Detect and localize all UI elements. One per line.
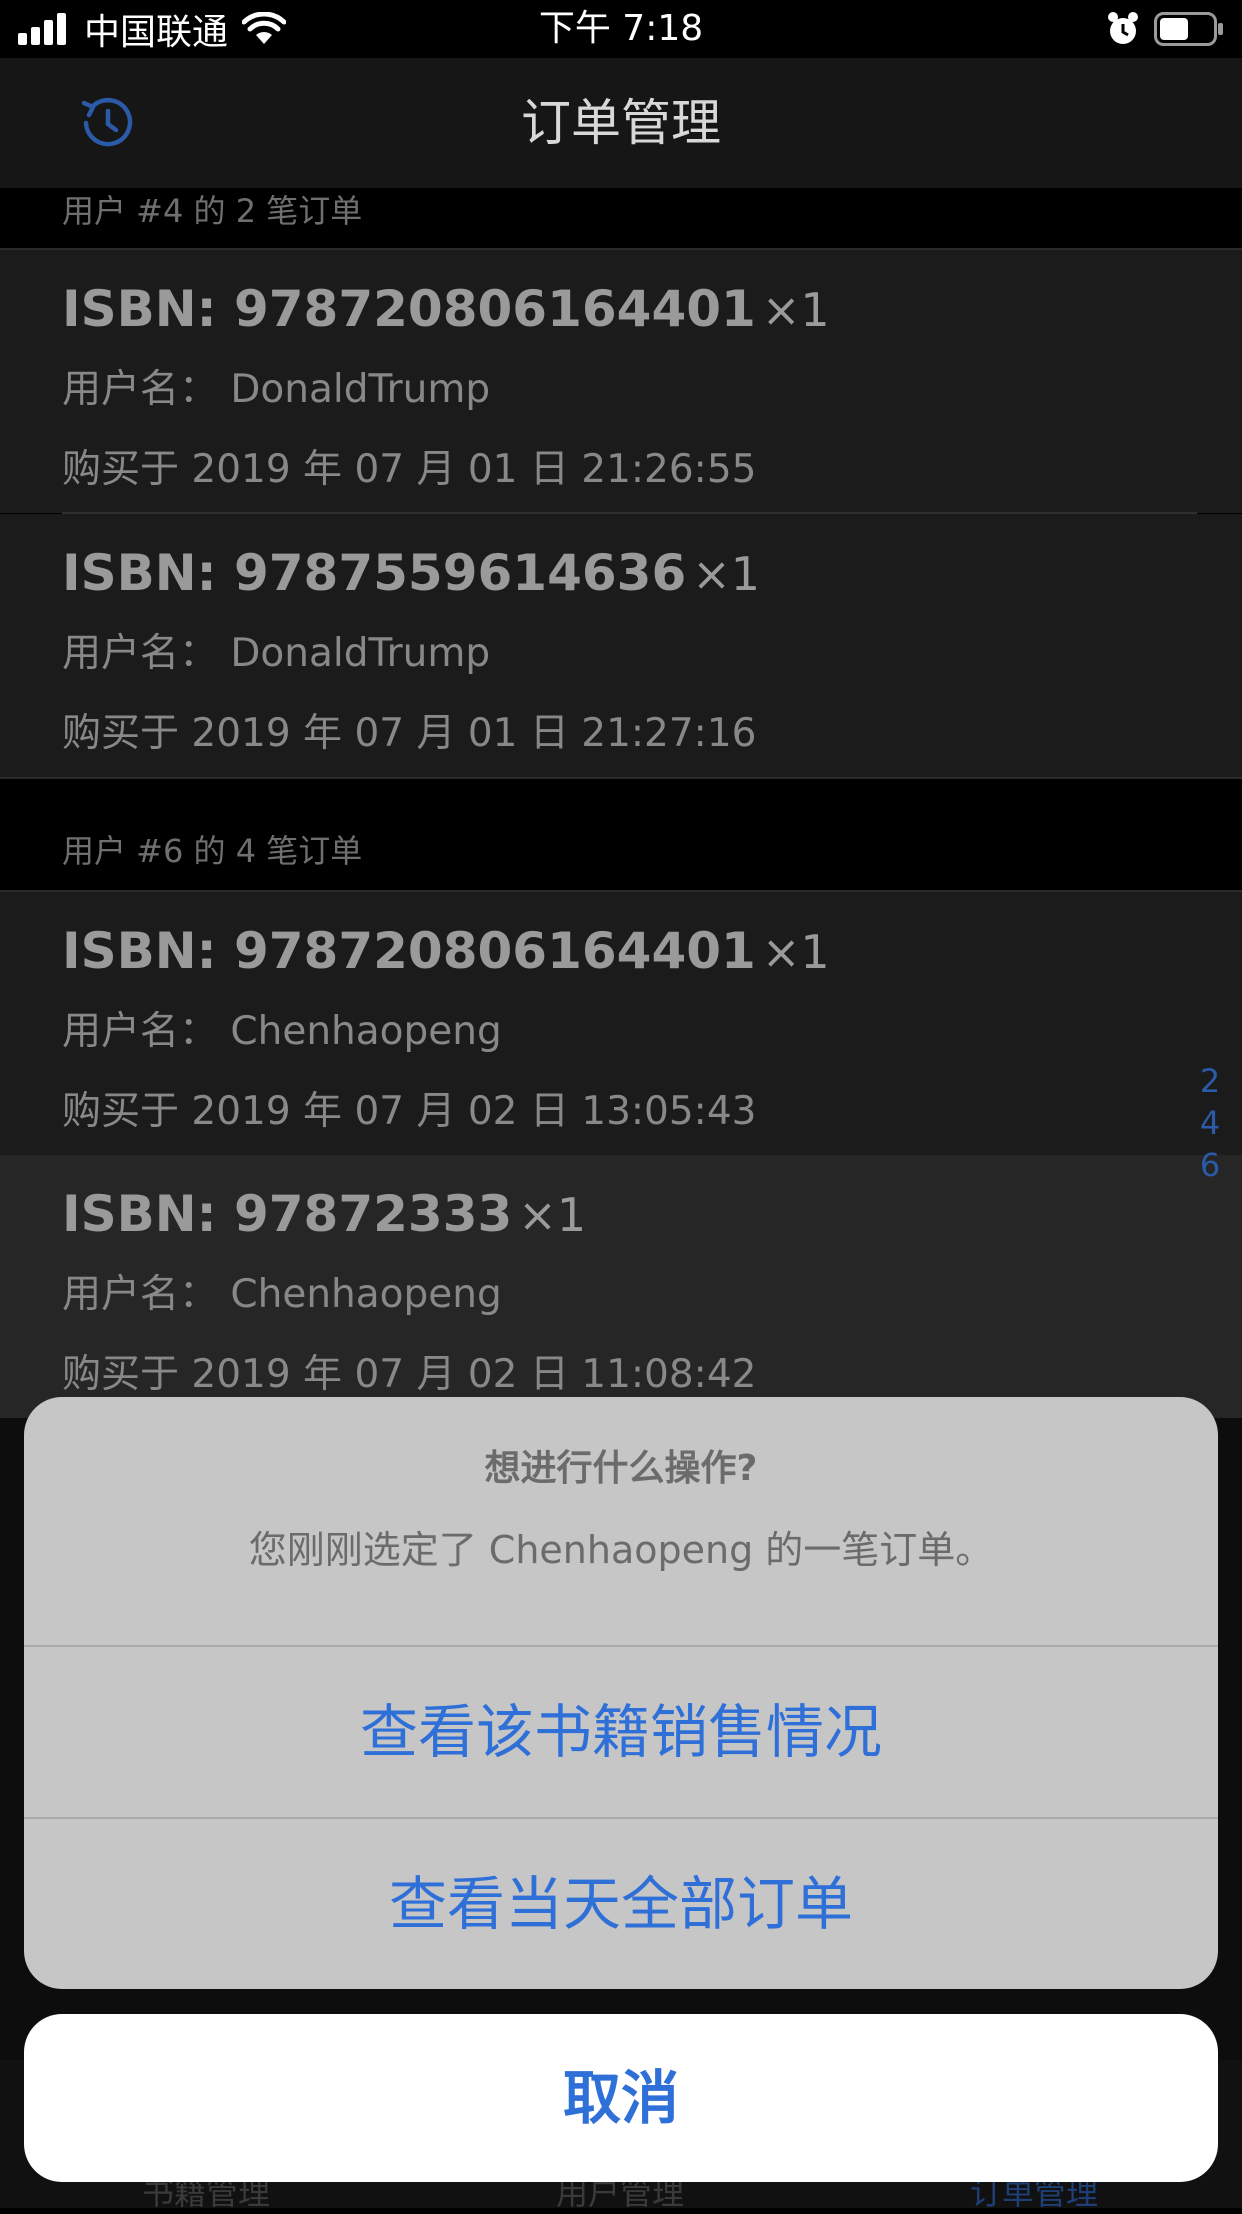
- cancel-button[interactable]: 取消: [24, 2014, 1218, 2182]
- order-username: 用户名： Chenhaopeng: [62, 1009, 502, 1054]
- alarm-icon: [1108, 12, 1138, 44]
- order-date: 购买于 2019 年 07 月 02 日 13:05:43: [62, 1089, 757, 1134]
- isbn-text: ISBN: 978720806164401: [62, 280, 756, 338]
- status-time: 下午 7:18: [538, 8, 704, 49]
- quantity: ×1: [692, 547, 761, 601]
- action-sheet-message: 您刚刚选定了 Chenhaopeng 的一笔订单。: [248, 1528, 994, 1572]
- order-date: 购买于 2019 年 07 月 01 日 21:26:55: [62, 447, 757, 492]
- section-header-user-6: 用户 #6 的 4 笔订单: [0, 828, 1242, 892]
- navigation-bar: 订单管理: [0, 58, 1242, 188]
- index-item[interactable]: 2: [1200, 1060, 1220, 1102]
- view-book-sales-button[interactable]: 查看该书籍销售情况: [24, 1647, 1218, 1817]
- action-sheet: 想进行什么操作? 您刚刚选定了 Chenhaopeng 的一笔订单。 查看该书籍…: [24, 1397, 1218, 1989]
- index-item[interactable]: 4: [1200, 1102, 1220, 1144]
- order-username: 用户名： DonaldTrump: [62, 631, 491, 676]
- order-row-selected[interactable]: ISBN: 97872333 ×1 用户名： Chenhaopeng 购买于 20…: [0, 1155, 1242, 1418]
- view-day-orders-button[interactable]: 查看当天全部订单: [24, 1819, 1218, 1989]
- order-username: 用户名： Chenhaopeng: [62, 1272, 502, 1317]
- order-row[interactable]: ISBN: 978720806164401 ×1 用户名： Chenhaopeng…: [0, 892, 1242, 1155]
- quantity: ×1: [761, 925, 830, 979]
- order-isbn: ISBN: 978720806164401 ×1: [62, 922, 830, 980]
- page-title: 订单管理: [521, 94, 721, 152]
- order-row[interactable]: ISBN: 9787559614636 ×1 用户名： DonaldTrump 购…: [0, 514, 1242, 777]
- order-list[interactable]: 用户 #4 的 2 笔订单 ISBN: 978720806164401 ×1 用户…: [0, 188, 1242, 1418]
- order-isbn: ISBN: 978720806164401 ×1: [62, 280, 830, 338]
- action-sheet-title: 想进行什么操作?: [484, 1448, 758, 1489]
- isbn-text: ISBN: 9787559614636: [62, 544, 687, 602]
- isbn-text: ISBN: 97872333: [62, 1185, 513, 1243]
- order-isbn: ISBN: 97872333 ×1: [62, 1185, 586, 1243]
- order-isbn: ISBN: 9787559614636 ×1: [62, 544, 760, 602]
- order-username: 用户名： DonaldTrump: [62, 367, 491, 412]
- index-item[interactable]: 6: [1200, 1144, 1220, 1186]
- isbn-text: ISBN: 978720806164401: [62, 922, 756, 980]
- order-date: 购买于 2019 年 07 月 02 日 11:08:42: [62, 1352, 757, 1397]
- section-header-label: 用户 #6 的 4 笔订单: [62, 832, 363, 870]
- order-row[interactable]: ISBN: 978720806164401 ×1 用户名： DonaldTrump…: [0, 250, 1242, 513]
- section-index[interactable]: 2 4 6: [1190, 1060, 1230, 1186]
- battery-icon: [1154, 12, 1223, 46]
- quantity: ×1: [518, 1188, 587, 1242]
- order-date: 购买于 2019 年 07 月 01 日 21:27:16: [62, 711, 757, 756]
- status-bar: 中国联通 下午 7:18: [0, 0, 1242, 58]
- quantity: ×1: [761, 283, 830, 337]
- divider: [0, 777, 1242, 779]
- status-right: [1106, 8, 1224, 50]
- section-header-user-4: 用户 #4 的 2 笔订单: [0, 188, 1242, 252]
- section-header-label: 用户 #4 的 2 笔订单: [62, 192, 363, 230]
